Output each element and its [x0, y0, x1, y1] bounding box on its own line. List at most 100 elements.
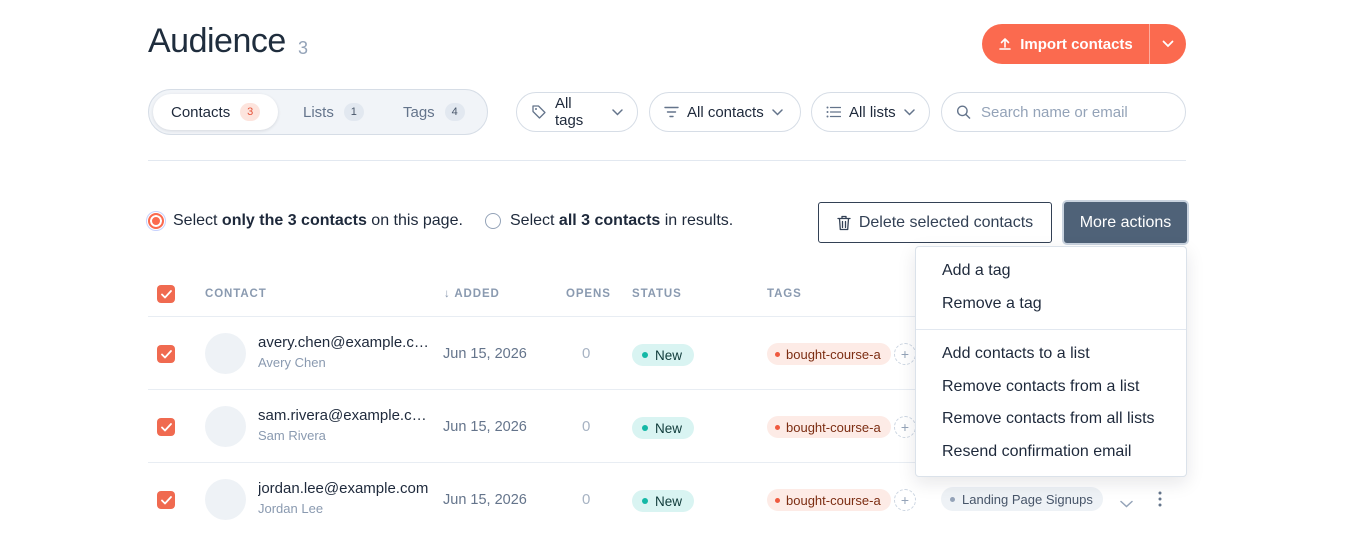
status-dot [642, 498, 648, 504]
menu-item-remove-from-all-lists[interactable]: Remove contacts from all lists [942, 410, 1155, 428]
tab-contacts-label: Contacts [171, 103, 231, 121]
tags-filter-dropdown[interactable]: All tags [516, 92, 638, 132]
tag-chip[interactable]: bought-course-a [767, 489, 891, 511]
tag-chip[interactable]: bought-course-a [767, 343, 891, 365]
column-header-tags[interactable]: TAGS [767, 288, 802, 300]
search-icon [956, 105, 971, 119]
menu-item-remove-from-list[interactable]: Remove contacts from a list [942, 378, 1139, 396]
chevron-down-icon [1120, 500, 1133, 508]
select-all-radio[interactable] [485, 213, 501, 229]
select-all-checkbox[interactable] [157, 285, 175, 303]
import-options-button[interactable] [1150, 24, 1186, 64]
contact-cell[interactable]: avery.chen@example.com Avery Chen [258, 334, 430, 370]
tab-tags[interactable]: Tags 4 [385, 94, 483, 130]
contact-cell[interactable]: sam.rivera@example.com Sam Rivera [258, 407, 430, 443]
section-divider [148, 160, 1186, 161]
row-divider [148, 462, 918, 463]
tags-filter-label: All tags [554, 95, 584, 129]
column-header-status[interactable]: STATUS [632, 288, 682, 300]
chevron-down-icon [1162, 40, 1174, 48]
view-tabs: Contacts 3 Lists 1 Tags 4 [148, 89, 488, 135]
contact-name: Avery Chen [258, 355, 326, 370]
list-icon [826, 106, 841, 118]
tab-contacts-count: 3 [240, 103, 261, 121]
filter-icon [664, 106, 679, 118]
column-header-added[interactable]: ↓ ADDED [444, 288, 500, 300]
menu-item-add-tag[interactable]: Add a tag [942, 262, 1011, 280]
add-tag-button[interactable]: + [894, 343, 916, 365]
checkmark-icon [160, 422, 172, 431]
checkmark-icon [160, 495, 172, 504]
menu-item-remove-tag[interactable]: Remove a tag [942, 295, 1042, 313]
more-actions-button[interactable]: More actions [1064, 202, 1187, 243]
select-all-text: Select all 3 contacts in results. [510, 212, 734, 229]
more-actions-menu: Add a tag Remove a tag Add contacts to a… [915, 246, 1187, 477]
add-tag-button[interactable]: + [894, 489, 916, 511]
added-date: Jun 15, 2026 [443, 492, 527, 508]
contact-count: 3 [298, 38, 309, 58]
status-badge: New [632, 417, 695, 439]
tab-lists-label: Lists [303, 103, 334, 121]
avatar [205, 406, 246, 447]
select-page-option[interactable]: Select only the 3 contacts on this page. [146, 211, 463, 231]
list-chip[interactable]: Landing Page Signups [941, 487, 1103, 511]
header-divider [148, 316, 918, 317]
kebab-menu-icon [1158, 491, 1162, 507]
avatar [205, 479, 246, 520]
tab-tags-count: 4 [444, 103, 465, 121]
delete-selected-label: Delete selected contacts [858, 213, 1034, 231]
chevron-down-icon [771, 108, 783, 116]
chevron-down-icon [612, 108, 623, 116]
tag-dot [775, 497, 780, 503]
contact-email: avery.chen@example.com [258, 334, 430, 351]
trash-icon [837, 215, 851, 230]
upload-icon [999, 38, 1012, 50]
row-checkbox[interactable] [157, 345, 175, 363]
contact-cell[interactable]: jordan.lee@example.com Jordan Lee [258, 480, 430, 516]
delete-selected-button[interactable]: Delete selected contacts [818, 202, 1052, 243]
row-checkbox[interactable] [157, 491, 175, 509]
contacts-filter-dropdown[interactable]: All contacts [649, 92, 801, 132]
row-divider [148, 389, 918, 390]
row-checkbox[interactable] [157, 418, 175, 436]
status-dot [642, 352, 648, 358]
select-all-option[interactable]: Select all 3 contacts in results. [485, 212, 733, 230]
tab-lists-count: 1 [343, 103, 364, 121]
contact-name: Sam Rivera [258, 428, 326, 443]
tab-tags-label: Tags [403, 103, 435, 121]
row-expand-button[interactable] [1120, 495, 1133, 513]
opens-count: 0 [582, 345, 591, 362]
status-badge: New [632, 344, 695, 366]
tag-icon [532, 105, 546, 119]
tab-contacts[interactable]: Contacts 3 [153, 94, 279, 130]
page-title: Audience [148, 22, 286, 60]
status-dot [642, 425, 648, 431]
sort-arrow-icon: ↓ [444, 288, 451, 300]
search-input[interactable] [981, 103, 1171, 121]
tag-chip[interactable]: bought-course-a [767, 416, 891, 438]
chevron-down-icon [903, 108, 915, 116]
lists-filter-label: All lists [849, 103, 896, 121]
row-menu-button[interactable] [1152, 490, 1168, 513]
select-page-text: Select only the 3 contacts on this page. [173, 212, 463, 229]
search-box [941, 92, 1186, 132]
column-header-contact[interactable]: CONTACT [205, 288, 267, 300]
tag-dot [775, 424, 780, 430]
import-contacts-button-group: Import contacts [982, 24, 1186, 64]
import-contacts-button[interactable]: Import contacts [982, 24, 1149, 64]
menu-item-add-to-list[interactable]: Add contacts to a list [942, 345, 1090, 363]
list-dot [950, 496, 955, 502]
tab-lists[interactable]: Lists 1 [285, 94, 382, 130]
select-page-radio[interactable] [146, 211, 166, 231]
import-contacts-label: Import contacts [1020, 35, 1133, 53]
add-tag-button[interactable]: + [894, 416, 916, 438]
column-header-opens[interactable]: OPENS [566, 288, 611, 300]
checkmark-icon [160, 289, 172, 298]
lists-filter-dropdown[interactable]: All lists [811, 92, 930, 132]
opens-count: 0 [582, 418, 591, 435]
added-date: Jun 15, 2026 [443, 419, 527, 435]
menu-item-resend-confirmation[interactable]: Resend confirmation email [942, 443, 1131, 461]
contact-name: Jordan Lee [258, 501, 324, 516]
contacts-filter-label: All contacts [687, 103, 764, 121]
opens-count: 0 [582, 491, 591, 508]
